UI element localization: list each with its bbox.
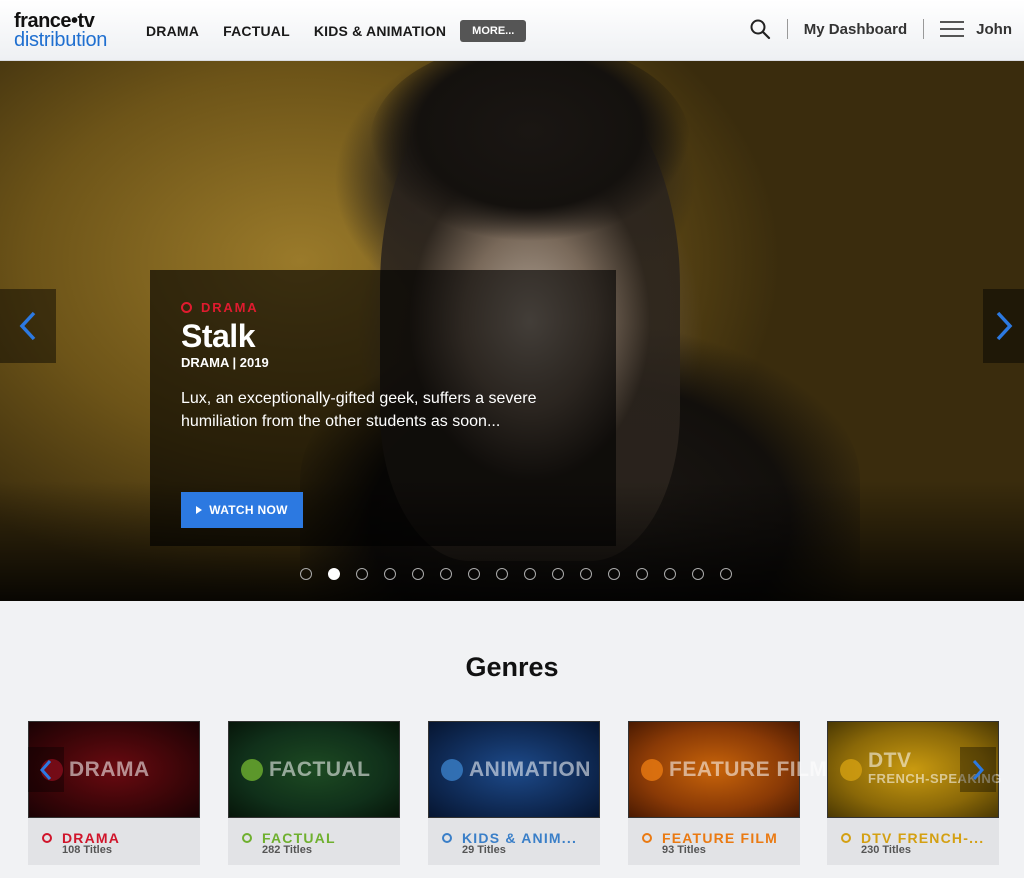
- genre-circle-icon: [641, 758, 663, 781]
- carousel-dot[interactable]: [496, 568, 508, 580]
- carousel-dot[interactable]: [468, 568, 480, 580]
- genre-image-text: FEATURE FILM: [669, 757, 828, 781]
- genre-title-count: 108 Titles: [62, 844, 112, 856]
- genre-image-text-wrap: FEATURE FILM: [669, 757, 828, 781]
- hero-title: Stalk: [181, 318, 255, 354]
- nav-drama[interactable]: DRAMA: [146, 23, 199, 39]
- nav-kids-animation[interactable]: KIDS & ANIMATION: [314, 23, 446, 39]
- carousel-dot[interactable]: [552, 568, 564, 580]
- genre-card[interactable]: FEATURE FILM FEATURE FILM 93 Titles: [628, 721, 827, 865]
- carousel-dot[interactable]: [356, 568, 368, 580]
- genre-info: FEATURE FILM 93 Titles: [628, 818, 800, 865]
- watch-now-label: WATCH NOW: [209, 503, 288, 517]
- carousel-dot[interactable]: [300, 568, 312, 580]
- user-name[interactable]: John: [976, 21, 1012, 38]
- genre-image-text: DRAMA: [69, 757, 150, 781]
- hamburger-menu-icon[interactable]: [940, 20, 965, 38]
- genre-image-text: ANIMATION: [469, 757, 591, 781]
- nav-factual[interactable]: FACTUAL: [223, 23, 290, 39]
- genre-ring-icon: [442, 833, 452, 843]
- hero-image-hair: [370, 61, 690, 241]
- genre-image-text-wrap: DRAMA: [69, 757, 150, 781]
- carousel-dot[interactable]: [720, 568, 732, 580]
- genres-next-button[interactable]: [960, 747, 996, 792]
- hero-carousel: DRAMA Stalk DRAMA | 2019 Lux, an excepti…: [0, 61, 1024, 601]
- genre-image-text-wrap: ANIMATION: [469, 757, 591, 781]
- hero-description: Lux, an exceptionally-gifted geek, suffe…: [181, 390, 537, 430]
- search-icon[interactable]: [749, 18, 771, 40]
- carousel-prev-button[interactable]: [0, 289, 56, 363]
- carousel-dot[interactable]: [440, 568, 452, 580]
- genre-ring-icon: [242, 833, 252, 843]
- genre-ring-icon: [642, 833, 652, 843]
- carousel-dot[interactable]: [692, 568, 704, 580]
- genre-card[interactable]: DTV FRENCH-SPEAKING DTV FRENCH-... 230 Titl…: [827, 721, 1001, 865]
- my-dashboard-link[interactable]: My Dashboard: [804, 21, 907, 38]
- hero-genre-tag[interactable]: DRAMA: [181, 300, 258, 315]
- hero-info-card: DRAMA Stalk DRAMA | 2019 Lux, an excepti…: [150, 270, 616, 546]
- genre-ring-icon: [42, 833, 52, 843]
- more-button[interactable]: MORE...: [460, 20, 527, 42]
- main-nav: DRAMA FACTUAL KIDS & ANIMATION MORE...: [146, 20, 527, 42]
- genre-info: DRAMA 108 Titles: [28, 818, 200, 865]
- genre-card[interactable]: ANIMATION KIDS & ANIM... 29 Titles: [428, 721, 600, 865]
- genre-image: FEATURE FILM: [628, 721, 827, 818]
- logo-line-1: france•tv: [14, 10, 95, 32]
- genre-circle-icon: [840, 758, 862, 781]
- genre-info: KIDS & ANIM... 29 Titles: [428, 818, 600, 865]
- genre-card[interactable]: DRAMA DRAMA 108 Titles: [28, 721, 200, 865]
- francetv-logo[interactable]: france•tv distribution: [14, 10, 118, 52]
- header-divider: [786, 19, 788, 39]
- header-divider: [923, 19, 925, 39]
- carousel-dot[interactable]: [636, 568, 648, 580]
- chevron-left-icon: [39, 759, 52, 780]
- watch-now-button[interactable]: WATCH NOW: [181, 492, 303, 528]
- carousel-dot[interactable]: [608, 568, 620, 580]
- top-header: france•tv distribution DRAMA FACTUAL KID…: [0, 0, 1024, 61]
- chevron-left-icon: [19, 311, 36, 341]
- genre-image-text-wrap: FACTUAL: [269, 757, 371, 781]
- header-right: My Dashboard John: [749, 18, 1012, 40]
- genre-image: FACTUAL: [228, 721, 400, 818]
- genre-circle-icon: [241, 758, 263, 781]
- carousel-dot[interactable]: [524, 568, 536, 580]
- carousel-dot[interactable]: [384, 568, 396, 580]
- carousel-dot[interactable]: [580, 568, 592, 580]
- carousel-next-button[interactable]: [983, 289, 1024, 363]
- genre-info: FACTUAL 282 Titles: [228, 818, 400, 865]
- genres-heading: Genres: [465, 652, 559, 682]
- genres-prev-button[interactable]: [28, 747, 64, 792]
- hero-genre-label: DRAMA: [201, 300, 259, 315]
- logo-line-2: distribution: [14, 29, 108, 51]
- genre-info: DTV FRENCH-... 230 Titles: [827, 818, 999, 865]
- chevron-right-icon: [996, 311, 1012, 341]
- carousel-dot[interactable]: [664, 568, 676, 580]
- genre-image-text: FACTUAL: [269, 757, 371, 781]
- genre-card[interactable]: FACTUAL FACTUAL 282 Titles: [228, 721, 400, 865]
- carousel-dot[interactable]: [328, 568, 340, 580]
- genre-ring-icon: [841, 833, 851, 843]
- carousel-dots: [300, 568, 748, 580]
- genre-ring-icon: [181, 302, 192, 313]
- genre-circle-icon: [441, 758, 463, 781]
- play-icon: [196, 506, 203, 514]
- carousel-dot[interactable]: [412, 568, 424, 580]
- hero-meta: DRAMA | 2019: [181, 355, 269, 370]
- genre-image: ANIMATION: [428, 721, 600, 818]
- chevron-right-icon: [972, 759, 985, 780]
